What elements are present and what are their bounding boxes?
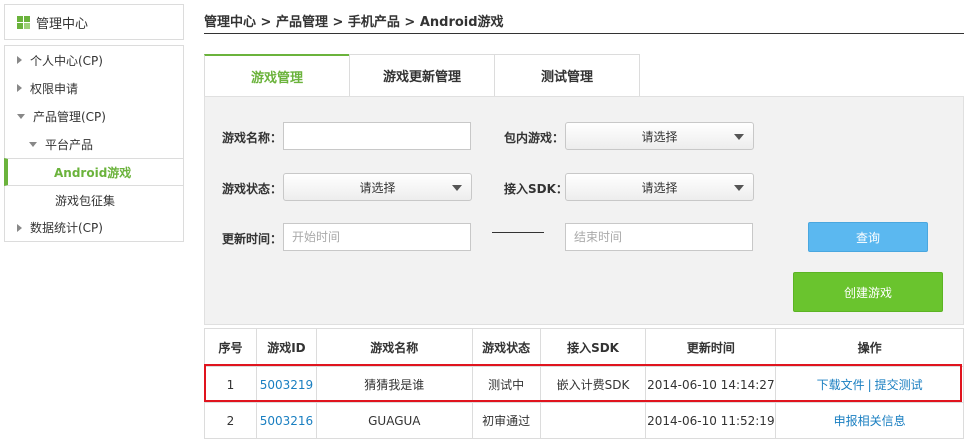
end-time-input[interactable] <box>565 223 753 251</box>
bundled-game-label: 包内游戏： <box>504 131 565 145</box>
tab-bar: 游戏管理 游戏更新管理 测试管理 <box>204 54 640 96</box>
sidebar-item-platform-product[interactable]: 平台产品 <box>5 130 183 158</box>
tab-game-management[interactable]: 游戏管理 <box>204 54 350 96</box>
column-header: 游戏状态 <box>471 328 541 367</box>
start-time-input[interactable] <box>283 223 471 251</box>
column-header: 游戏ID <box>255 328 317 367</box>
column-header: 接入SDK <box>539 328 647 367</box>
bundled-game-select[interactable]: 请选择 <box>565 122 754 150</box>
grid-icon <box>17 15 30 29</box>
bundled-game-select-value: 请选择 <box>641 129 678 144</box>
create-game-button[interactable]: 创建游戏 <box>793 272 943 312</box>
game-id-link[interactable]: 5003219 <box>260 378 313 392</box>
table-row: 1 5003219 猜猜我是谁 测试中 嵌入计费SDK 2014-06-10 1… <box>204 366 964 403</box>
sidebar-item-android-games[interactable]: Android游戏 <box>4 158 183 186</box>
submit-test-link[interactable]: 提交测试 <box>875 378 923 392</box>
breadcrumb: 管理中心 > 产品管理 > 手机产品 > Android游戏 <box>204 15 504 30</box>
game-status-cell: 测试中 <box>471 366 541 403</box>
sidebar-menu: 个人中心(CP) 权限申请 产品管理(CP) 平台产品 Android游戏 游戏… <box>4 45 184 242</box>
caret-down-icon <box>17 113 25 119</box>
sdk-select-value: 请选择 <box>641 180 678 195</box>
actions-cell: 申报相关信息 <box>775 402 964 439</box>
game-status-cell: 初审通过 <box>471 402 541 439</box>
actions-cell: 下载文件 | 提交测试 <box>775 366 964 403</box>
sidebar-item-label: 平台产品 <box>45 137 94 152</box>
sidebar-item-label: 游戏包征集 <box>55 193 116 208</box>
sidebar: 管理中心 个人中心(CP) 权限申请 产品管理(CP) 平台产品 Android… <box>4 4 184 242</box>
game-status-select[interactable]: 请选择 <box>283 173 472 201</box>
sidebar-item-label: 个人中心(CP) <box>30 53 103 68</box>
download-file-link[interactable]: 下载文件 <box>817 378 865 392</box>
sidebar-item-label: Android游戏 <box>54 165 132 180</box>
caret-right-icon <box>17 223 22 232</box>
game-name-label: 游戏名称： <box>222 131 283 145</box>
submit-info-link[interactable]: 申报相关信息 <box>834 414 906 428</box>
tab-game-update-management[interactable]: 游戏更新管理 <box>349 54 495 96</box>
updated-time-cell: 2014-06-10 14:14:27 <box>645 366 777 403</box>
sidebar-item-permission[interactable]: 权限申请 <box>5 74 183 102</box>
column-header: 游戏名称 <box>315 328 473 367</box>
games-table: 序号 游戏ID 游戏名称 游戏状态 接入SDK 更新时间 操作 1 500321… <box>204 328 964 439</box>
chevron-down-icon <box>452 185 462 191</box>
game-id-link[interactable]: 5003216 <box>260 414 313 428</box>
sidebar-item-data-stats[interactable]: 数据统计(CP) <box>5 214 183 242</box>
game-name-input[interactable] <box>283 122 471 150</box>
search-panel: 游戏名称： 包内游戏： 请选择 游戏状态： 请选择 接入SDK： 请选择 更新时… <box>204 96 964 325</box>
sidebar-item-label: 权限申请 <box>30 81 79 96</box>
sidebar-item-game-package[interactable]: 游戏包征集 <box>5 186 183 214</box>
date-range-dash <box>492 232 544 233</box>
row-index: 2 <box>204 402 257 439</box>
table-header-row: 序号 游戏ID 游戏名称 游戏状态 接入SDK 更新时间 操作 <box>204 328 964 367</box>
sidebar-item-product-management[interactable]: 产品管理(CP) <box>5 102 183 130</box>
chevron-down-icon <box>734 185 744 191</box>
sdk-cell: 嵌入计费SDK <box>539 366 647 403</box>
column-header: 序号 <box>204 328 257 367</box>
sidebar-item-label: 产品管理(CP) <box>33 109 106 124</box>
caret-right-icon <box>17 56 22 64</box>
breadcrumb-divider <box>204 33 964 34</box>
tab-test-management[interactable]: 测试管理 <box>494 54 640 96</box>
sidebar-item-personal-center[interactable]: 个人中心(CP) <box>5 46 183 74</box>
sdk-label: 接入SDK： <box>504 182 568 196</box>
sidebar-item-label: 数据统计(CP) <box>30 221 103 235</box>
game-name-cell: GUAGUA <box>315 402 473 439</box>
game-status-select-value: 请选择 <box>359 180 396 195</box>
query-button[interactable]: 查询 <box>808 222 928 252</box>
game-name-cell: 猜猜我是谁 <box>315 366 473 403</box>
game-id-cell: 5003216 <box>255 402 317 439</box>
sdk-cell <box>539 402 647 439</box>
sdk-select[interactable]: 请选择 <box>565 173 754 201</box>
update-time-label: 更新时间： <box>222 232 283 246</box>
sidebar-title: 管理中心 <box>36 16 89 32</box>
row-index: 1 <box>204 366 257 403</box>
game-status-label: 游戏状态： <box>222 182 283 196</box>
caret-right-icon <box>17 84 22 92</box>
table-row: 2 5003216 GUAGUA 初审通过 2014-06-10 11:52:1… <box>204 402 964 439</box>
action-separator: | <box>867 378 872 392</box>
sidebar-header: 管理中心 <box>4 4 184 40</box>
column-header: 操作 <box>775 328 964 367</box>
updated-time-cell: 2014-06-10 11:52:19 <box>645 402 777 439</box>
caret-down-icon <box>29 141 37 147</box>
chevron-down-icon <box>734 134 744 140</box>
column-header: 更新时间 <box>645 328 777 367</box>
game-id-cell: 5003219 <box>255 366 317 403</box>
